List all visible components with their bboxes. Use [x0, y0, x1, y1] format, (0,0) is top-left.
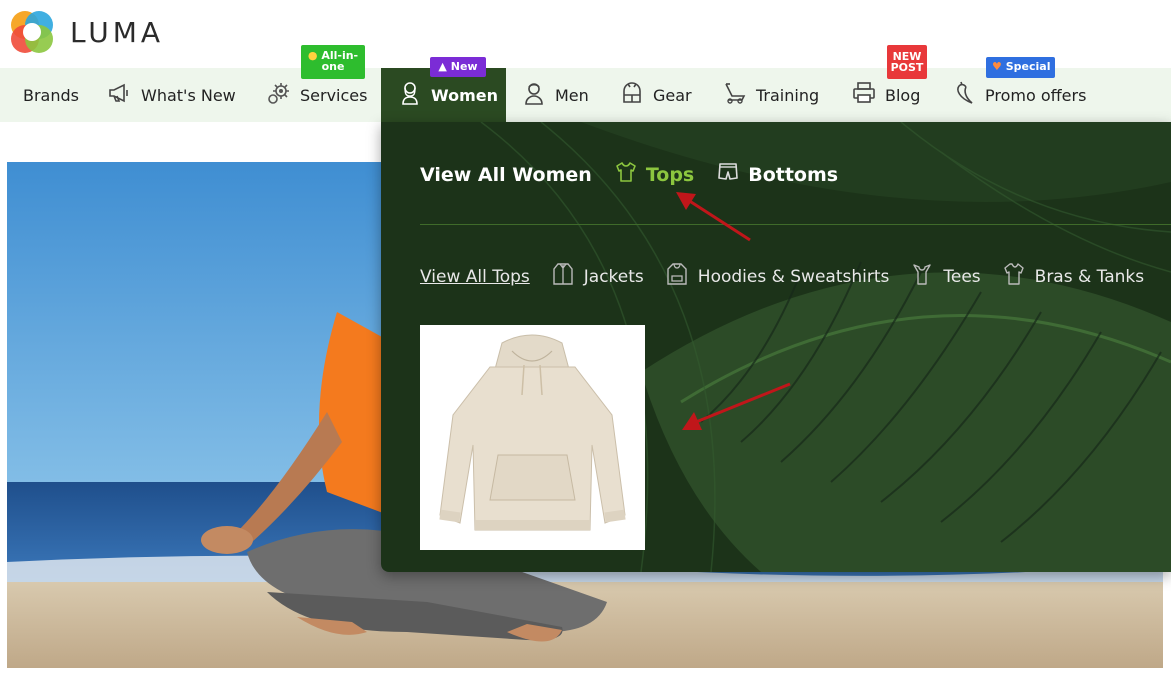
subcategory-hoodies-sweatshirts[interactable]: Hoodies & Sweatshirts [666, 262, 890, 291]
badge-new: ▲ New [430, 57, 486, 77]
shorts-icon [716, 160, 740, 189]
nav-label: Promo offers [985, 85, 1087, 105]
nav-label: Blog [885, 85, 921, 105]
shirt-icon [614, 160, 638, 189]
subcategory-view-all-tops[interactable]: View All Tops [420, 267, 530, 287]
subcategory-bras-tanks[interactable]: Bras & Tanks [1003, 262, 1144, 291]
badge-special: ♥ Special [986, 57, 1055, 78]
bag-icon [619, 80, 645, 110]
fire-icon: ● [307, 49, 318, 62]
category-label: Bottoms [748, 163, 839, 186]
category-bottoms[interactable]: Bottoms [716, 160, 838, 189]
nav-item-men[interactable]: Men [521, 68, 589, 122]
nav-label: Men [555, 85, 589, 105]
subcategory-label: Bras & Tanks [1034, 266, 1145, 287]
subcategory-label: View All Tops [420, 266, 530, 287]
subcategory-row: View All Tops Jackets Hoodies & Sweatshi… [420, 262, 1144, 291]
category-label: Tops [645, 163, 695, 186]
printer-icon [851, 80, 877, 110]
megaphone-icon [107, 80, 133, 110]
nav-item-gear[interactable]: Gear [619, 68, 692, 122]
tank-icon [1003, 262, 1025, 291]
badge-new-post: NEW POST [887, 45, 927, 79]
subcategory-label: Jackets [583, 266, 644, 287]
gear-icon [266, 80, 292, 110]
nav-label: Services [300, 85, 368, 105]
heart-icon: ♥ [992, 60, 1002, 73]
jacket-icon [552, 262, 574, 291]
subcategory-label: Tees [943, 266, 981, 287]
logo-text: LUMA [70, 15, 165, 49]
category-view-all-women[interactable]: View All Women [420, 164, 592, 186]
luma-logo[interactable]: LUMA [8, 8, 164, 56]
women-mega-menu: View All Women Tops Bottoms View All Top… [381, 122, 1171, 572]
category-label: View All Women [420, 163, 592, 186]
pepper-icon [951, 80, 977, 110]
nav-label: Training [756, 85, 820, 105]
man-icon [521, 80, 547, 110]
nav-label: Brands [23, 85, 79, 105]
woman-icon [397, 80, 423, 110]
tee-icon [911, 262, 933, 291]
nav-item-training[interactable]: Training [722, 68, 819, 122]
treadmill-icon [722, 80, 748, 110]
nav-item-brands[interactable]: Brands [23, 68, 79, 122]
nav-label: What's New [141, 85, 236, 105]
category-tops[interactable]: Tops [614, 160, 694, 189]
menu-divider [420, 224, 1171, 225]
subcategory-jackets[interactable]: Jackets [552, 262, 644, 291]
nav-label: Women [431, 85, 498, 105]
hoodie-icon [666, 262, 688, 291]
category-row: View All Women Tops Bottoms [420, 160, 838, 189]
luma-logo-mark [8, 8, 56, 56]
product-image-hoodie[interactable] [420, 325, 645, 550]
rocket-icon: ▲ [438, 60, 447, 73]
nav-label: Gear [653, 85, 692, 105]
subcategory-tees[interactable]: Tees [911, 262, 981, 291]
nav-item-whats-new[interactable]: What's New [107, 68, 236, 122]
subcategory-label: Hoodies & Sweatshirts [697, 266, 890, 287]
badge-all-in-one: ● All-in- one [301, 45, 365, 79]
